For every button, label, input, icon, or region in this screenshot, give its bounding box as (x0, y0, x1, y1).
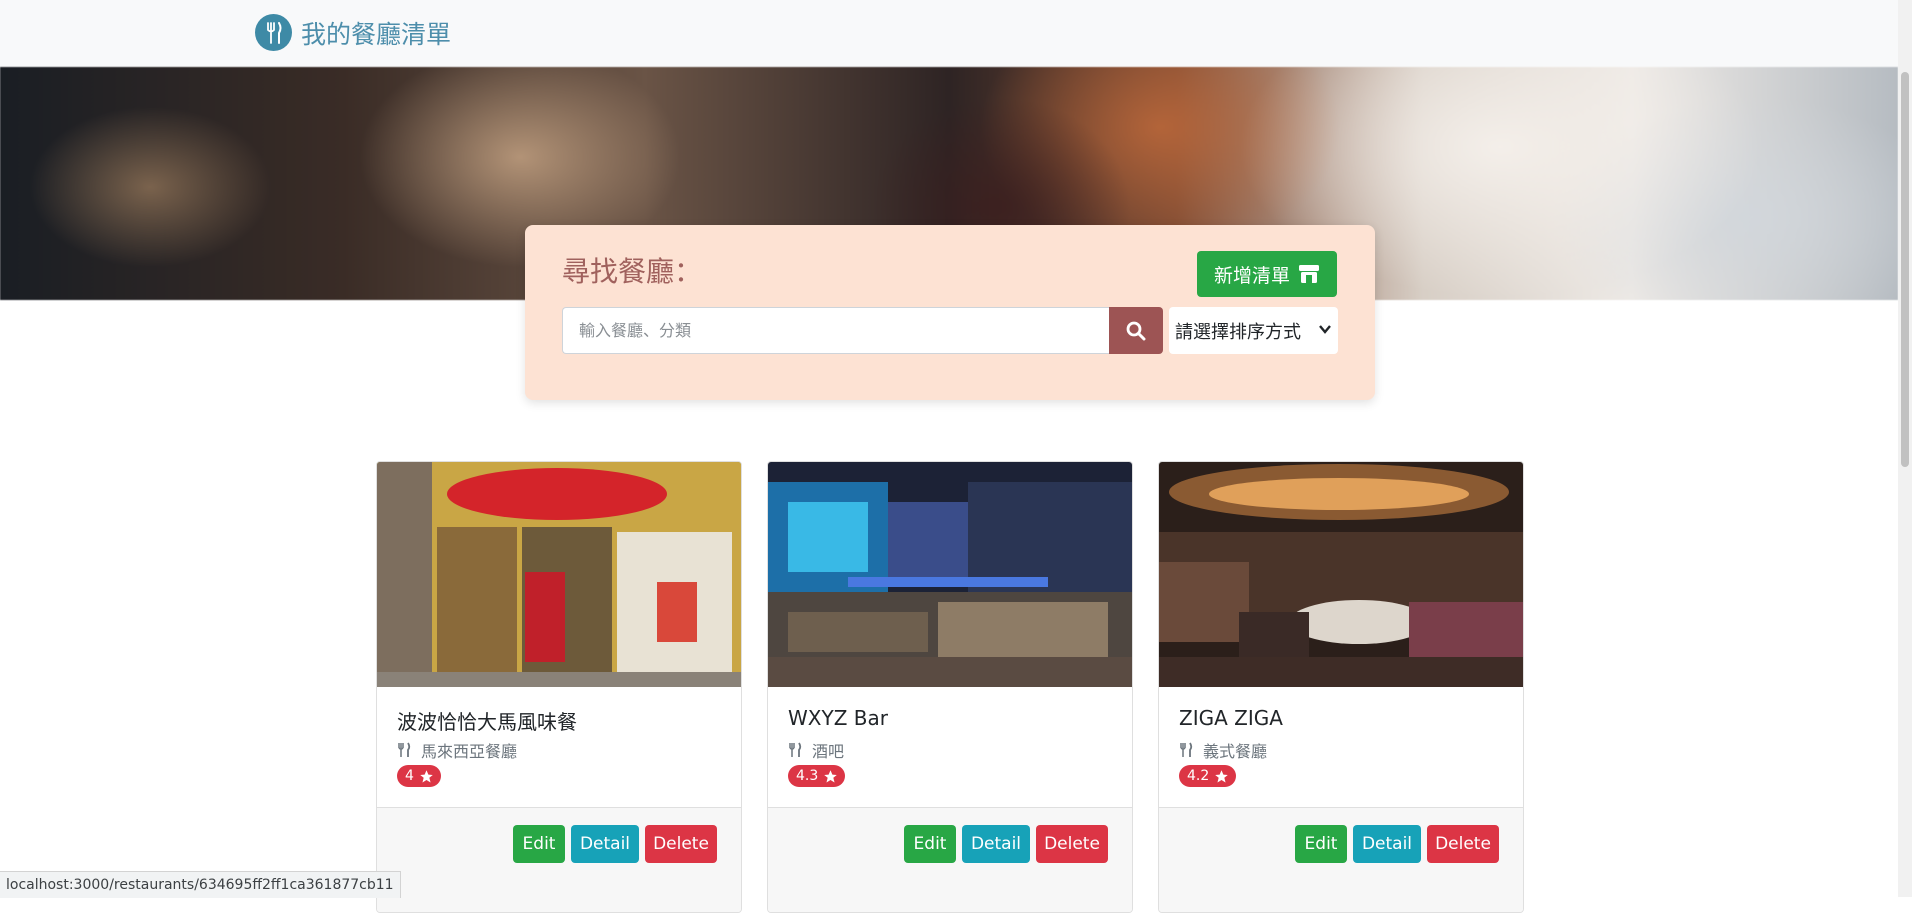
restaurant-image (1159, 462, 1523, 687)
detail-button[interactable]: Detail (571, 825, 639, 863)
rating-badge: 4.2 (1179, 765, 1237, 787)
edit-button[interactable]: Edit (1295, 825, 1347, 863)
edit-button[interactable]: Edit (904, 825, 956, 863)
rating-value: 4.2 (1187, 768, 1210, 784)
restaurant-category: 義式餐廳 (1179, 738, 1267, 762)
link-status-bar: localhost:3000/restaurants/634695ff2ff1c… (0, 871, 401, 898)
rating-value: 4 (405, 768, 414, 784)
sort-select-value: 請選擇排序方式 (1175, 321, 1301, 343)
search-button[interactable] (1109, 307, 1163, 354)
restaurant-category-label: 酒吧 (812, 742, 845, 761)
brand-link[interactable]: 我的餐廳清單 (255, 14, 451, 51)
delete-button[interactable]: Delete (1036, 825, 1108, 863)
star-icon (420, 769, 433, 782)
utensils-icon (1180, 742, 1193, 757)
delete-button[interactable]: Delete (645, 825, 717, 863)
utensils-icon (255, 14, 292, 51)
restaurant-name: WXYZ Bar (788, 706, 888, 730)
restaurant-category-label: 馬來西亞餐廳 (421, 742, 518, 761)
restaurant-image (377, 462, 741, 687)
rating-badge: 4 (397, 765, 441, 787)
search-panel: 尋找餐廳： 新增清單 請選擇排序方式 (525, 225, 1375, 400)
detail-button[interactable]: Detail (962, 825, 1030, 863)
restaurant-card: 波波恰恰大馬風味餐 馬來西亞餐廳 4 Edit Detail Delete (376, 461, 742, 913)
edit-button[interactable]: Edit (513, 825, 565, 863)
vertical-scrollbar[interactable] (1898, 0, 1912, 897)
card-footer: Edit Detail Delete (768, 807, 1132, 912)
detail-button[interactable]: Detail (1353, 825, 1421, 863)
restaurant-card: ZIGA ZIGA 義式餐廳 4.2 Edit Detail Delete (1158, 461, 1524, 913)
utensils-icon (789, 742, 802, 757)
rating-badge: 4.3 (788, 765, 846, 787)
restaurant-category: 馬來西亞餐廳 (397, 738, 517, 762)
navbar: 我的餐廳清單 (0, 0, 1898, 67)
store-icon (1299, 265, 1319, 283)
add-restaurant-button[interactable]: 新增清單 (1197, 251, 1337, 297)
restaurant-category: 酒吧 (788, 738, 844, 762)
search-icon (1126, 321, 1146, 340)
delete-button[interactable]: Delete (1427, 825, 1499, 863)
sort-select[interactable]: 請選擇排序方式 (1169, 307, 1338, 354)
utensils-icon (398, 742, 411, 757)
card-footer: Edit Detail Delete (1159, 807, 1523, 912)
chevron-down-icon (1319, 325, 1331, 334)
search-title: 尋找餐廳： (562, 255, 703, 288)
rating-value: 4.3 (796, 768, 819, 784)
star-icon (1215, 769, 1229, 782)
restaurant-name: 波波恰恰大馬風味餐 (397, 710, 577, 734)
restaurant-category-label: 義式餐廳 (1203, 742, 1268, 761)
restaurant-card: WXYZ Bar 酒吧 4.3 Edit Detail Delete (767, 461, 1133, 913)
star-icon (824, 769, 838, 782)
brand-title: 我的餐廳清單 (301, 19, 452, 49)
scrollbar-thumb[interactable] (1901, 72, 1909, 467)
search-input[interactable] (562, 307, 1109, 354)
add-restaurant-label: 新增清單 (1213, 264, 1290, 287)
card-footer: Edit Detail Delete (377, 807, 741, 912)
restaurant-name: ZIGA ZIGA (1179, 706, 1283, 730)
restaurant-image (768, 462, 1132, 687)
